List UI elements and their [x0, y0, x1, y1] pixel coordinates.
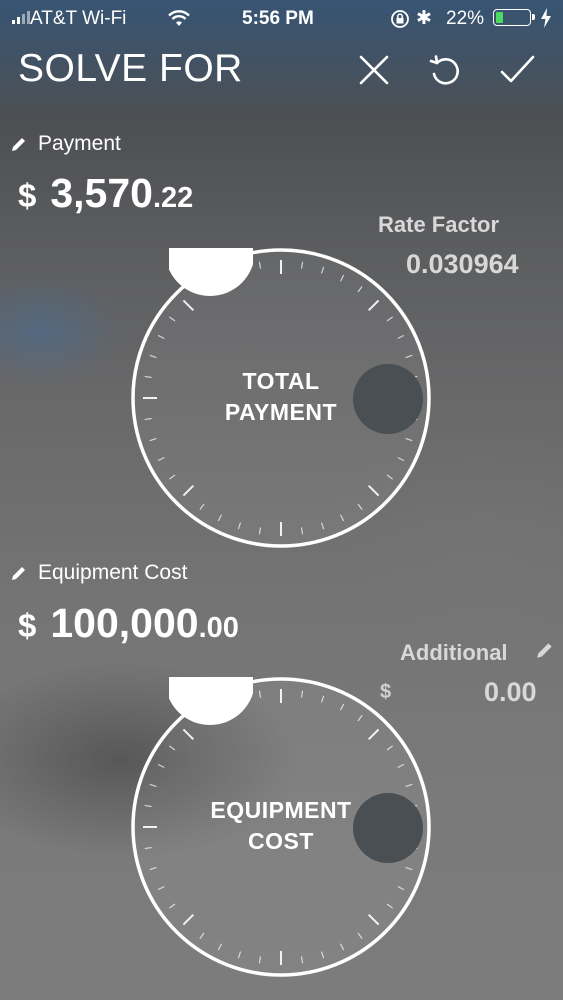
equipment-cost-label: Equipment Cost [38, 561, 188, 584]
dial-start-marker [169, 677, 253, 733]
reset-icon[interactable] [427, 52, 463, 88]
equipment-cost-knob[interactable] [353, 793, 423, 863]
payment-fraction: .22 [152, 182, 194, 214]
close-icon[interactable] [356, 52, 392, 88]
signal-bars-icon [12, 11, 30, 24]
equipment-cost-whole: 100,000 [50, 600, 199, 646]
wifi-icon [168, 10, 190, 26]
additional-pencil-icon[interactable] [535, 640, 555, 660]
payment-field-label[interactable]: Payment [10, 132, 121, 156]
payment-currency: $ [18, 177, 37, 214]
charging-bolt-icon [541, 8, 551, 28]
pencil-icon[interactable] [10, 564, 28, 582]
payment-whole: 3,570 [50, 170, 153, 216]
additional-value[interactable]: 0.00 [484, 677, 537, 708]
payment-label: Payment [38, 132, 121, 155]
equipment-cost-fraction: .00 [198, 612, 239, 644]
bluetooth-icon: ✱ [416, 8, 432, 29]
additional-label: Additional [400, 640, 508, 665]
status-time: 5:56 PM [242, 8, 314, 29]
equipment-cost-field-label[interactable]: Equipment Cost [10, 561, 187, 585]
battery-icon [493, 9, 535, 26]
total-payment-knob[interactable] [353, 364, 423, 434]
equipment-cost-currency: $ [18, 607, 37, 644]
rotation-lock-icon [391, 10, 409, 28]
battery-percent: 22% [446, 8, 485, 29]
pencil-icon[interactable] [10, 135, 28, 153]
dial-start-marker [169, 248, 253, 304]
carrier-name: AT&T Wi-Fi [30, 8, 127, 29]
rate-factor-label: Rate Factor [378, 212, 500, 237]
payment-amount[interactable]: $3,570.22 [18, 170, 193, 217]
equipment-cost-amount[interactable]: $100,000.00 [18, 600, 239, 647]
total-payment-dial[interactable]: TOTAL PAYMENT [131, 248, 431, 548]
check-icon[interactable] [499, 52, 535, 88]
status-bar: AT&T Wi-Fi 5:56 PM ✱ 22% [0, 0, 563, 36]
equipment-cost-dial[interactable]: EQUIPMENT COST [131, 677, 431, 977]
battery-fill [496, 12, 503, 23]
page-title: SOLVE FOR [18, 47, 243, 90]
